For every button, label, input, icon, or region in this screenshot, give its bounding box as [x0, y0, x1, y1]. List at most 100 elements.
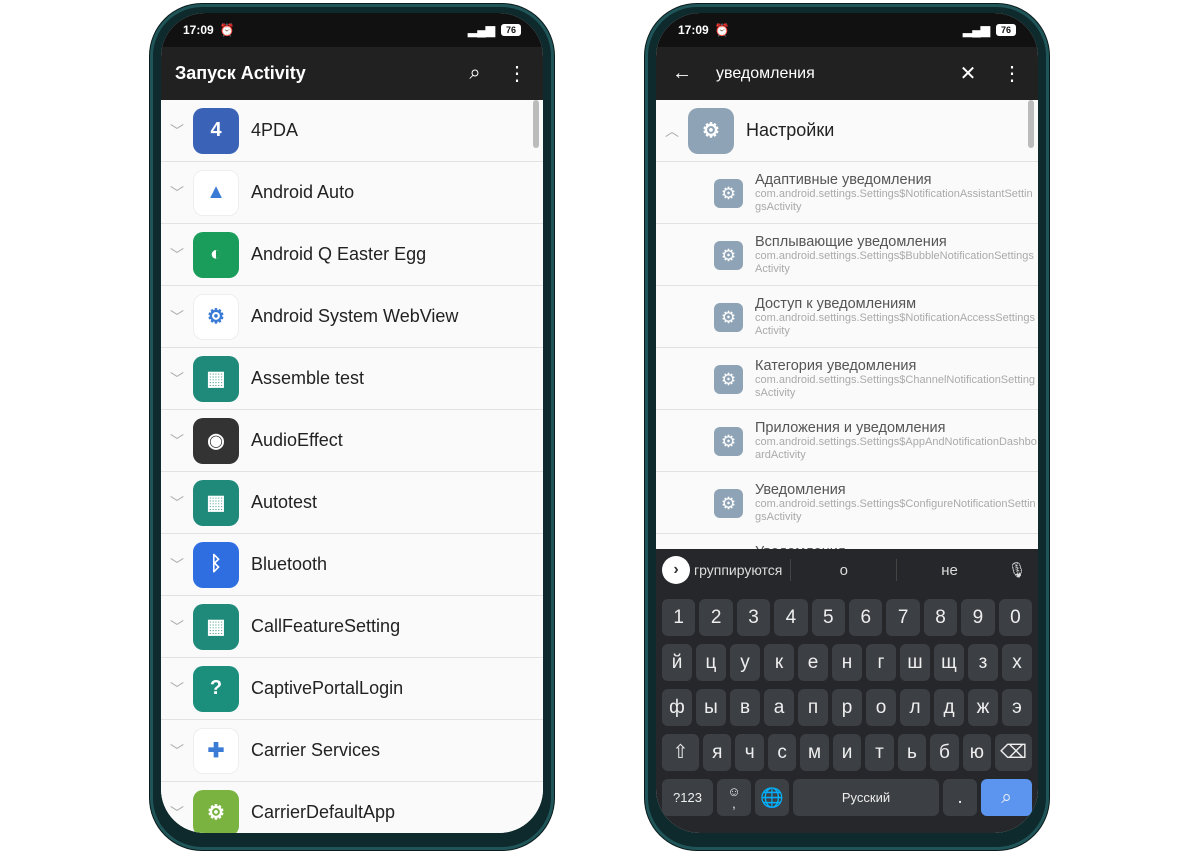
key[interactable]: я — [702, 734, 732, 771]
chevron-down-icon[interactable]: ﹀ — [163, 679, 191, 699]
list-item[interactable]: ﹀ 4 4PDA — [161, 100, 543, 162]
chevron-down-icon[interactable]: ﹀ — [163, 803, 191, 823]
key[interactable]: с — [767, 734, 797, 771]
key[interactable]: р — [832, 689, 862, 726]
activity-item[interactable]: ⚙ Всплывающие уведомления com.android.sett… — [656, 224, 1038, 286]
key[interactable]: г — [866, 644, 896, 681]
suggestion[interactable]: не — [897, 562, 1002, 579]
chevron-down-icon[interactable]: ﹀ — [163, 121, 191, 141]
key[interactable]: ш — [900, 644, 930, 681]
app-list[interactable]: ﹀ 4 4PDA ﹀ ▲ Android Auto ﹀ ◐ Android Q Easter E… — [161, 100, 543, 833]
key[interactable]: 7 — [886, 599, 920, 636]
key[interactable]: з — [968, 644, 998, 681]
list-item[interactable]: ﹀ ✚ Carrier Services — [161, 720, 543, 782]
key[interactable]: 1 — [662, 599, 696, 636]
key[interactable]: а — [764, 689, 794, 726]
app-icon: 4 — [193, 107, 239, 154]
key[interactable]: 8 — [923, 599, 958, 636]
chevron-down-icon[interactable]: ﹀ — [163, 741, 191, 761]
key[interactable]: к — [764, 644, 794, 681]
key[interactable]: ь — [897, 734, 927, 771]
activity-package: com.android.settings.Settings$Notificati… — [755, 188, 1033, 213]
search-input[interactable]: уведомления — [716, 65, 956, 83]
key[interactable]: ю — [962, 734, 992, 771]
list-item[interactable]: ﹀ ᛒ Bluetooth — [161, 534, 543, 596]
list-item[interactable]: ﹀ ▦ Autotest — [161, 472, 543, 534]
key[interactable]: 0 — [998, 599, 1033, 636]
key[interactable]: х — [1002, 644, 1032, 681]
globe-icon[interactable]: 🌐 — [754, 779, 789, 816]
space-key[interactable]: Русский — [792, 779, 940, 816]
group-header-settings[interactable]: ︿ ⚙ Настройки — [656, 100, 1038, 162]
activity-item[interactable]: ⚙ Приложения и уведомления com.android.set… — [656, 410, 1038, 472]
key[interactable]: э — [1002, 689, 1032, 726]
shift-icon[interactable]: ⇧ — [662, 734, 699, 771]
key[interactable]: б — [930, 734, 959, 771]
chevron-down-icon[interactable]: ﹀ — [163, 555, 191, 575]
back-arrow-icon[interactable]: ← — [670, 62, 694, 85]
list-item[interactable]: ﹀ ⚙ CarrierDefaultApp — [161, 782, 543, 833]
key[interactable]: о — [866, 689, 896, 726]
key[interactable]: и — [832, 734, 862, 771]
backspace-icon[interactable]: ⌫ — [995, 734, 1033, 771]
chevron-down-icon[interactable]: ﹀ — [163, 307, 191, 327]
clear-icon[interactable]: ✕ — [956, 61, 980, 86]
chevron-down-icon[interactable]: ﹀ — [163, 493, 191, 513]
more-icon[interactable]: ⋮ — [505, 61, 529, 86]
key[interactable]: ы — [696, 689, 726, 726]
chevron-down-icon[interactable]: ﹀ — [163, 369, 191, 389]
emoji-comma-key[interactable]: ☺, — [716, 779, 751, 816]
key[interactable]: 5 — [811, 599, 846, 636]
key[interactable]: ц — [696, 644, 726, 681]
list-item[interactable]: ﹀ ▲ Android Auto — [161, 162, 543, 224]
key[interactable]: д — [934, 689, 964, 726]
list-item[interactable]: ﹀ ◐ Android Q Easter Egg — [161, 224, 543, 286]
key[interactable]: 9 — [961, 599, 995, 636]
key[interactable]: л — [900, 689, 930, 726]
chevron-down-icon[interactable]: ﹀ — [163, 183, 191, 203]
activity-item[interactable]: ⚙ Доступ к уведомлениям com.android.settin… — [656, 286, 1038, 348]
key[interactable]: 2 — [699, 599, 733, 636]
period-key[interactable]: . — [943, 779, 978, 816]
activity-item[interactable]: ⚙ Уведомления com.android.settings.Setting… — [656, 472, 1038, 534]
search-key-icon[interactable]: ⌕ — [981, 779, 1032, 816]
key[interactable]: ч — [735, 734, 764, 771]
key[interactable]: в — [730, 689, 760, 726]
symbols-key[interactable]: ?123 — [662, 779, 713, 816]
activity-item[interactable]: ⚙ Категория уведомления com.android.settin… — [656, 348, 1038, 410]
expand-icon[interactable]: › — [662, 556, 690, 584]
more-icon[interactable]: ⋮ — [1000, 61, 1024, 86]
activity-list[interactable]: ︿ ⚙ Настройки ⚙ Адаптивные уведомления com… — [656, 100, 1038, 596]
scrollbar[interactable] — [1028, 100, 1034, 148]
chevron-down-icon[interactable]: ﹀ — [163, 617, 191, 637]
key[interactable]: м — [800, 734, 829, 771]
chevron-down-icon[interactable]: ﹀ — [163, 245, 191, 265]
list-item[interactable]: ﹀ ⚙ Android System WebView — [161, 286, 543, 348]
settings-icon: ⚙ — [714, 427, 743, 456]
chevron-down-icon[interactable]: ﹀ — [163, 431, 191, 451]
key[interactable]: 3 — [736, 599, 771, 636]
key[interactable]: н — [832, 644, 862, 681]
list-item[interactable]: ﹀ ▦ Assemble test — [161, 348, 543, 410]
list-item[interactable]: ﹀ ▦ CallFeatureSetting — [161, 596, 543, 658]
scrollbar[interactable] — [533, 100, 539, 148]
settings-icon: ⚙ — [714, 179, 743, 208]
key[interactable]: ж — [968, 689, 998, 726]
list-item[interactable]: ﹀? CaptivePortalLogin — [161, 658, 543, 720]
microphone-icon[interactable]: 🎙 — [1002, 561, 1032, 579]
key[interactable]: у — [730, 644, 760, 681]
suggestion[interactable]: группируются — [694, 562, 782, 578]
key[interactable]: п — [798, 689, 828, 726]
key[interactable]: е — [798, 644, 828, 681]
key[interactable]: т — [865, 734, 894, 771]
page-title: Запуск Activity — [175, 63, 306, 83]
suggestion[interactable]: о — [791, 562, 896, 579]
list-item[interactable]: ﹀ ◉ AudioEffect — [161, 410, 543, 472]
key[interactable]: щ — [934, 644, 964, 681]
key[interactable]: й — [662, 644, 692, 681]
activity-item[interactable]: ⚙ Адаптивные уведомления com.android.setti… — [656, 162, 1038, 224]
key[interactable]: 6 — [849, 599, 883, 636]
key[interactable]: ф — [662, 689, 692, 726]
key[interactable]: 4 — [774, 599, 808, 636]
search-icon[interactable]: ⌕ — [463, 62, 487, 85]
